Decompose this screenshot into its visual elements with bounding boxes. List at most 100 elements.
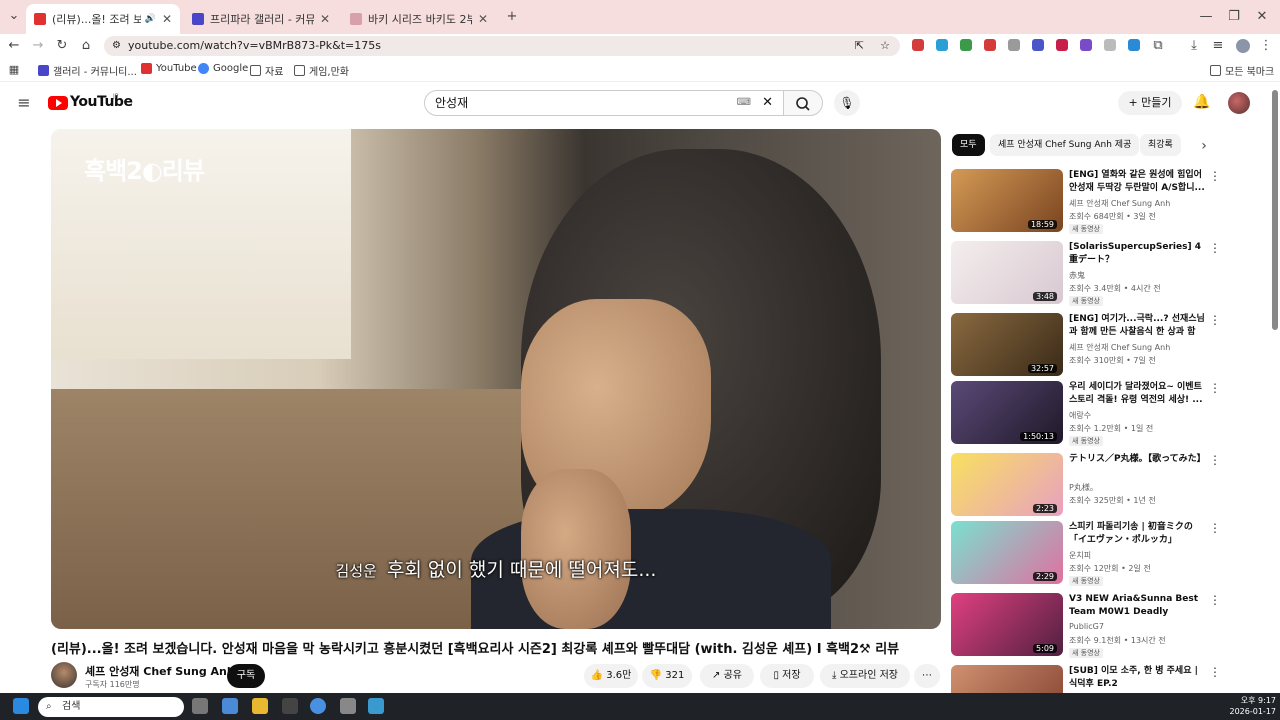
like-button[interactable]: 👍 3.6만 <box>584 664 638 688</box>
chevron-right-icon[interactable]: › <box>1196 138 1212 154</box>
recommendation-title[interactable]: 스피키 파돌리기송 | 初音ミクの「イエヴァン・ポルッカ」 <box>1069 521 1205 547</box>
tab-close-icon[interactable]: ✕ <box>320 12 330 26</box>
more-vert-icon[interactable]: ⋮ <box>1209 665 1221 679</box>
bookmark-google[interactable]: Google <box>198 63 248 74</box>
minimize-icon[interactable]: — <box>1198 9 1214 25</box>
window-close-icon[interactable]: ✕ <box>1254 9 1270 25</box>
search-input[interactable]: 안성재 ⌨ ✕ <box>424 90 784 116</box>
dislike-button[interactable]: 👎 321 <box>642 664 692 688</box>
hamburger-menu-icon[interactable]: ≡ <box>16 95 32 111</box>
recommendation-item[interactable]: 1:50:13 우리 세이디가 달라졌어요~ 이벤트 스토리 격돌! 유령 역전… <box>951 381 1221 446</box>
more-vert-icon[interactable]: ⋮ <box>1209 381 1221 395</box>
new-tab-icon[interactable]: + <box>504 9 520 25</box>
extension-icon[interactable] <box>936 39 948 51</box>
extension-icon[interactable] <box>1080 39 1092 51</box>
bookmark-star-icon[interactable]: ☆ <box>880 36 890 56</box>
create-button[interactable]: + 만들기 <box>1118 91 1182 115</box>
more-vert-icon[interactable]: ⋮ <box>1209 241 1221 255</box>
chip-channel[interactable]: 셰프 안성재 Chef Sung Anh 제공 <box>990 134 1140 156</box>
home-icon[interactable]: ⌂ <box>78 38 94 54</box>
recommendation-channel[interactable]: 赤鬼 <box>1069 270 1085 281</box>
recommendation-title[interactable]: [SUB] 이모 소주, 한 병 주세요 | 식덕후 EP.2 <box>1069 665 1205 691</box>
all-bookmarks[interactable]: 모든 북마크 <box>1210 63 1274 78</box>
more-vert-icon[interactable]: ⋮ <box>1209 521 1221 535</box>
recommendation-channel[interactable]: 운치피 <box>1069 550 1091 561</box>
clear-search-icon[interactable]: ✕ <box>762 91 773 115</box>
task-view-icon[interactable] <box>192 698 208 714</box>
tab-gallery[interactable]: 프리파라 갤러리 - 커뮤니티 포 ✕ <box>184 4 338 34</box>
speaker-icon[interactable]: 🔊 <box>145 14 156 24</box>
subscribe-button[interactable]: 구독 <box>227 664 265 688</box>
extension-icon[interactable] <box>1104 39 1116 51</box>
extension-icon[interactable] <box>960 39 972 51</box>
recommendation-channel[interactable]: 셰프 안성재 Chef Sung Anh <box>1069 342 1170 353</box>
tab-close-icon[interactable]: ✕ <box>162 12 172 26</box>
bookmark-youtube[interactable]: YouTube <box>141 63 197 74</box>
channel-avatar[interactable] <box>51 662 77 688</box>
recommendation-title[interactable]: テトリス／P丸様。【歌ってみた】 <box>1069 453 1205 466</box>
forward-icon[interactable]: → <box>30 38 46 54</box>
download-button[interactable]: ⤓ 오프라인 저장 <box>820 664 910 688</box>
reload-icon[interactable]: ↻ <box>54 38 70 54</box>
recommendation-channel[interactable]: 애랑수 <box>1069 410 1091 421</box>
bookmark-gallery[interactable]: 갤러리 - 커뮤니티... <box>38 63 137 78</box>
recommendation-channel[interactable]: PublicG7 <box>1069 622 1104 631</box>
page-scrollbar[interactable] <box>1272 90 1278 330</box>
cast-icon[interactable]: ⇱ <box>855 36 864 56</box>
apps-grid-icon[interactable]: ▦ <box>6 62 22 78</box>
notifications-bell-icon[interactable]: 🔔 <box>1193 94 1210 110</box>
more-vert-icon[interactable]: ⋮ <box>1209 453 1221 467</box>
windows-start-icon[interactable] <box>13 698 29 714</box>
tab-search-icon[interactable]: ⌄ <box>6 8 22 24</box>
recommendation-item[interactable]: 18:59 [ENG] 열화와 같은 원성에 힘입어 안성재 두딱강 두란말이 … <box>951 169 1221 234</box>
recommendation-channel[interactable]: P丸様。 <box>1069 482 1098 493</box>
recommendation-channel[interactable]: 셰프 안성재 Chef Sung Anh <box>1069 198 1170 209</box>
keyboard-icon[interactable]: ⌨ <box>737 91 751 115</box>
recommendation-item[interactable]: 32:57 [ENG] 여기가...극락...? 선재스님과 함께 만든 사찰음… <box>951 313 1221 377</box>
youtube-logo-text[interactable]: YouTube <box>70 94 133 110</box>
save-button[interactable]: ▯ 저장 <box>760 664 814 688</box>
more-vert-icon[interactable]: ⋮ <box>1209 313 1221 327</box>
video-thumbnail[interactable] <box>951 665 1063 693</box>
channel-name[interactable]: 셰프 안성재 Chef Sung Anh <box>85 663 235 679</box>
url-field[interactable]: ⚙ youtube.com/watch?v=vBMrB873-Pk&t=175s… <box>104 36 900 56</box>
youtube-logo-icon[interactable] <box>48 96 68 110</box>
copilot-icon[interactable] <box>222 698 238 714</box>
tab-close-icon[interactable]: ✕ <box>478 12 488 26</box>
recommendation-title[interactable]: [ENG] 열화와 같은 원성에 힘입어 안성재 두딱강 두란말이 A/S합니.… <box>1069 169 1205 195</box>
extension-icon[interactable] <box>912 39 924 51</box>
extension-icon[interactable] <box>984 39 996 51</box>
extension-icon[interactable] <box>1056 39 1068 51</box>
recommendation-item[interactable]: [SUB] 이모 소주, 한 병 주세요 | 식덕후 EP.2 ⋮ <box>951 665 1221 693</box>
app-icon[interactable] <box>368 698 384 714</box>
taskbar-search-input[interactable]: ⌕ 검색 <box>38 697 184 717</box>
more-actions-button[interactable]: ⋯ <box>914 664 940 688</box>
extension-icon[interactable] <box>1032 39 1044 51</box>
back-icon[interactable]: ← <box>6 38 22 54</box>
voice-search-button[interactable]: 🎙 <box>834 90 860 116</box>
system-clock[interactable]: 오후 9:17 2026-01-17 <box>1230 695 1277 717</box>
more-vert-icon[interactable]: ⋮ <box>1209 169 1221 183</box>
recommendation-item[interactable]: 2:23 テトリス／P丸様。【歌ってみた】 P丸様。 조회수 325만회 • 1… <box>951 453 1221 517</box>
search-button[interactable] <box>783 90 823 116</box>
recommendation-title[interactable]: V3 NEW Aria&Sunna Best Team M0W1 Deadly … <box>1069 593 1205 619</box>
share-button[interactable]: ↗ 공유 <box>700 664 754 688</box>
recommendation-item[interactable]: 5:09 V3 NEW Aria&Sunna Best Team M0W1 De… <box>951 593 1221 658</box>
recommendation-title[interactable]: [SolarisSupercupSeries] 4重デート？ <box>1069 241 1205 267</box>
chip-all[interactable]: 모두 <box>952 134 985 156</box>
tab-youtube-video[interactable]: (리뷰)...올! 조려 보겠습니다 🔊 ✕ <box>26 4 180 34</box>
bookmark-folder[interactable]: 게임,만화 <box>294 63 349 78</box>
extension-icon[interactable] <box>1128 39 1140 51</box>
profile-avatar[interactable] <box>1236 39 1250 53</box>
recommendation-title[interactable]: 우리 세이디가 달라졌어요~ 이벤트 스토리 격돌! 유령 역전의 세상! ..… <box>1069 381 1205 407</box>
recommendation-title[interactable]: [ENG] 여기가...극락...? 선재스님과 함께 만든 사찰음식 한 상과… <box>1069 313 1205 339</box>
chrome-icon[interactable] <box>310 698 326 714</box>
media-icon[interactable]: ≡ <box>1210 38 1226 54</box>
downloads-icon[interactable]: ⤓ <box>1186 38 1202 54</box>
extensions-puzzle-icon[interactable]: ⧉ <box>1150 38 1166 54</box>
site-info-icon[interactable]: ⚙ <box>112 36 121 56</box>
steam-icon[interactable] <box>282 698 298 714</box>
account-avatar[interactable] <box>1228 92 1250 114</box>
recommendation-item[interactable]: 2:29 스피키 파돌리기송 | 初音ミクの「イエヴァン・ポルッカ」 운치피 조… <box>951 521 1221 586</box>
bookmark-folder[interactable]: 자료 <box>250 63 283 78</box>
